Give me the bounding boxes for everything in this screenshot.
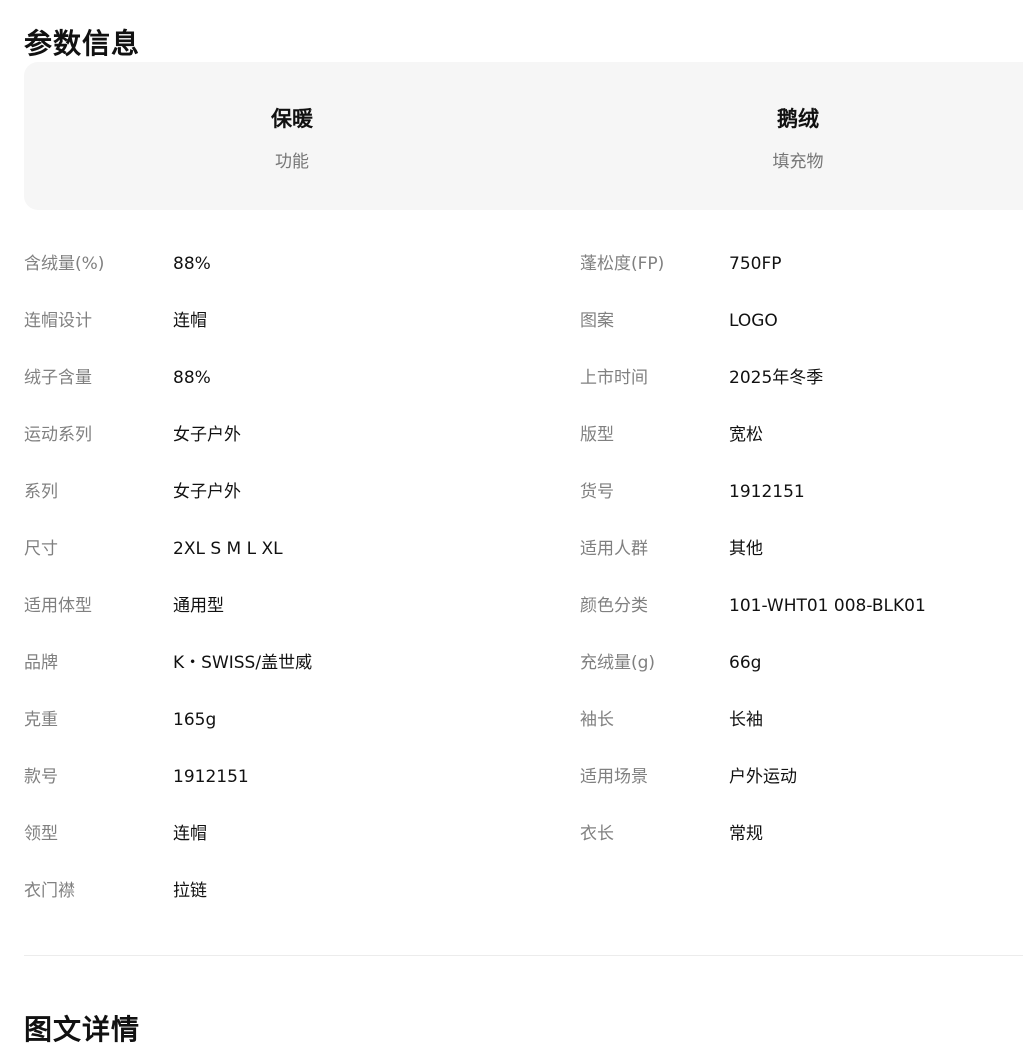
spec-item: 含绒量(%) 88% (24, 236, 580, 293)
spec-table: 含绒量(%) 88% 蓬松度(FP) 750FP 连帽设计 连帽 图案 LOGO 绒子含量 88%… (24, 236, 1023, 920)
spec-value: 女子户外 (173, 425, 241, 445)
spec-item: 领型 连帽 (24, 806, 580, 863)
spec-item: 颜色分类 101-WHT01 008-BLK01 (580, 578, 1023, 635)
spec-item: 适用体型 通用型 (24, 578, 580, 635)
spec-label: 系列 (24, 482, 58, 502)
spec-row: 绒子含量 88% 上市时间 2025年冬季 (24, 350, 1023, 407)
spec-item: 尺寸 2XL S M L XL (24, 521, 580, 578)
spec-row: 品牌 K・SWISS/盖世威 充绒量(g) 66g (24, 635, 1023, 692)
spec-label: 运动系列 (24, 425, 92, 445)
spec-label: 克重 (24, 710, 58, 730)
spec-value: 拉链 (173, 881, 207, 901)
spec-item: 上市时间 2025年冬季 (580, 350, 1023, 407)
highlight-label: 填充物 (772, 152, 824, 172)
spec-item: 货号 1912151 (580, 464, 1023, 521)
spec-item: 绒子含量 88% (24, 350, 580, 407)
spec-value: 连帽 (173, 311, 207, 331)
spec-item: 适用场景 户外运动 (580, 749, 1023, 806)
spec-label: 蓬松度(FP) (580, 254, 665, 274)
spec-label: 货号 (580, 482, 614, 502)
spec-item: 蓬松度(FP) 750FP (580, 236, 1023, 293)
spec-item: 衣门襟 拉链 (24, 863, 580, 920)
spec-item: 款号 1912151 (24, 749, 580, 806)
spec-item: 充绒量(g) 66g (580, 635, 1023, 692)
spec-item: 袖长 长袖 (580, 692, 1023, 749)
spec-value: 88% (173, 254, 211, 274)
spec-value: 通用型 (173, 596, 224, 616)
spec-row: 款号 1912151 适用场景 户外运动 (24, 749, 1023, 806)
highlight-label: 功能 (275, 152, 309, 172)
spec-value: 750FP (729, 254, 782, 274)
spec-value: K・SWISS/盖世威 (173, 653, 313, 673)
highlight-value: 保暖 (271, 107, 313, 131)
spec-label: 版型 (580, 425, 614, 445)
spec-value: 66g (729, 653, 762, 673)
spec-row: 衣门襟 拉链 (24, 863, 1023, 920)
spec-item: 运动系列 女子户外 (24, 407, 580, 464)
spec-label: 袖长 (580, 710, 614, 730)
spec-value: 长袖 (729, 710, 763, 730)
spec-label: 绒子含量 (24, 368, 92, 388)
spec-value: 常规 (729, 824, 763, 844)
spec-label: 连帽设计 (24, 311, 92, 331)
detail-section-title: 图文详情 (24, 1013, 141, 1046)
spec-value: 其他 (729, 539, 763, 559)
spec-value: 1912151 (173, 767, 249, 787)
highlight-value: 鹅绒 (777, 107, 819, 131)
spec-row: 领型 连帽 衣长 常规 (24, 806, 1023, 863)
spec-value: 宽松 (729, 425, 763, 445)
spec-label: 衣长 (580, 824, 614, 844)
spec-label: 含绒量(%) (24, 254, 105, 274)
spec-item: 克重 165g (24, 692, 580, 749)
spec-label: 适用体型 (24, 596, 92, 616)
spec-item: 衣长 常规 (580, 806, 1023, 863)
spec-value: 1912151 (729, 482, 805, 502)
spec-item: 适用人群 其他 (580, 521, 1023, 578)
spec-label: 衣门襟 (24, 881, 75, 901)
spec-label: 款号 (24, 767, 58, 787)
spec-item: 版型 宽松 (580, 407, 1023, 464)
spec-value: 女子户外 (173, 482, 241, 502)
spec-label: 品牌 (24, 653, 58, 673)
params-section-title: 参数信息 (24, 27, 141, 60)
spec-row: 运动系列 女子户外 版型 宽松 (24, 407, 1023, 464)
spec-value: 88% (173, 368, 211, 388)
spec-row: 含绒量(%) 88% 蓬松度(FP) 750FP (24, 236, 1023, 293)
spec-row: 克重 165g 袖长 长袖 (24, 692, 1023, 749)
spec-item: 图案 LOGO (580, 293, 1023, 350)
spec-value: 连帽 (173, 824, 207, 844)
spec-label: 上市时间 (580, 368, 648, 388)
spec-row: 连帽设计 连帽 图案 LOGO (24, 293, 1023, 350)
spec-label: 充绒量(g) (580, 653, 656, 673)
spec-row: 系列 女子户外 货号 1912151 (24, 464, 1023, 521)
spec-label: 颜色分类 (580, 596, 648, 616)
highlight-card: 保暖 功能 鹅绒 填充物 (24, 62, 1023, 210)
spec-label: 领型 (24, 824, 58, 844)
spec-item: 系列 女子户外 (24, 464, 580, 521)
spec-label: 尺寸 (24, 539, 58, 559)
spec-value: 165g (173, 710, 217, 730)
spec-value: 户外运动 (729, 767, 797, 787)
spec-value: 101-WHT01 008-BLK01 (729, 596, 926, 616)
spec-item: 连帽设计 连帽 (24, 293, 580, 350)
spec-value: 2025年冬季 (729, 368, 824, 388)
spec-label: 适用人群 (580, 539, 648, 559)
spec-row: 适用体型 通用型 颜色分类 101-WHT01 008-BLK01 (24, 578, 1023, 635)
section-divider (24, 955, 1023, 956)
spec-row: 尺寸 2XL S M L XL 适用人群 其他 (24, 521, 1023, 578)
spec-value: LOGO (729, 311, 778, 331)
spec-label: 图案 (580, 311, 614, 331)
spec-label: 适用场景 (580, 767, 648, 787)
spec-item: 品牌 K・SWISS/盖世威 (24, 635, 580, 692)
spec-value: 2XL S M L XL (173, 539, 283, 559)
